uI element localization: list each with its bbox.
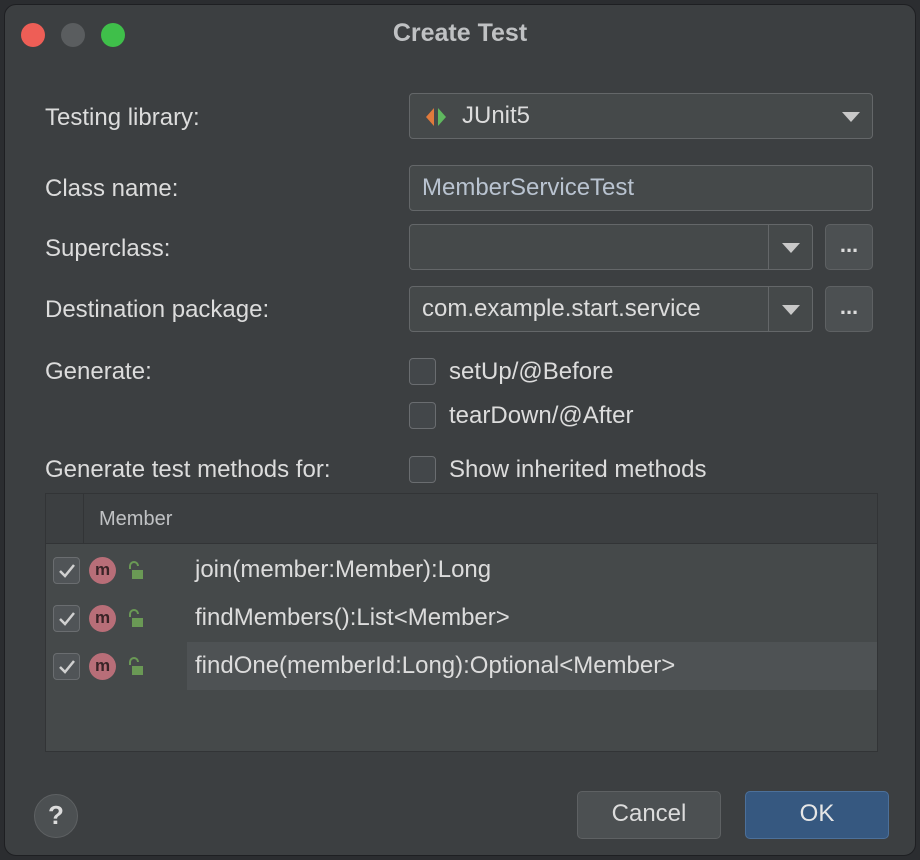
destination-browse-button[interactable]: ... bbox=[825, 286, 873, 332]
show-inherited-checkbox[interactable] bbox=[409, 456, 436, 483]
checkmark-icon bbox=[59, 660, 75, 674]
method-icon: m bbox=[89, 605, 116, 632]
testing-library-value: JUnit5 bbox=[462, 102, 531, 129]
destination-package-label: Destination package: bbox=[45, 296, 270, 323]
chevron-down-icon bbox=[782, 243, 800, 253]
generate-label: Generate: bbox=[45, 358, 152, 385]
public-lock-icon bbox=[129, 657, 143, 675]
method-signature: findOne(memberId:Long):Optional<Member> bbox=[195, 652, 676, 679]
public-lock-icon bbox=[129, 561, 143, 579]
title-bar: Create Test bbox=[5, 5, 915, 61]
checkmark-icon bbox=[59, 564, 75, 578]
superclass-dropdown-button[interactable] bbox=[768, 225, 812, 269]
method-signature: join(member:Member):Long bbox=[195, 556, 492, 583]
superclass-label: Superclass: bbox=[45, 235, 171, 262]
testing-library-label: Testing library: bbox=[45, 104, 200, 131]
chevron-down-icon bbox=[842, 112, 860, 122]
show-inherited-label: Show inherited methods bbox=[449, 456, 707, 483]
class-name-label: Class name: bbox=[45, 175, 179, 202]
checkmark-icon bbox=[59, 612, 75, 626]
superclass-browse-button[interactable]: ... bbox=[825, 224, 873, 270]
create-test-dialog: Create Test Testing library: JUnit5 Clas… bbox=[4, 4, 916, 856]
setup-option-label: setUp/@Before bbox=[449, 358, 614, 385]
table-header: Member bbox=[46, 494, 877, 544]
table-row[interactable]: m join(member:Member):Long bbox=[46, 546, 877, 594]
junit-icon bbox=[426, 108, 446, 126]
table-row[interactable]: m findOne(memberId:Long):Optional<Member… bbox=[46, 642, 877, 690]
destination-package-combo[interactable]: com.example.start.service bbox=[409, 286, 813, 332]
ok-button[interactable]: OK bbox=[745, 791, 889, 839]
help-button[interactable]: ? bbox=[34, 794, 78, 838]
method-icon: m bbox=[89, 653, 116, 680]
setup-checkbox[interactable] bbox=[409, 358, 436, 385]
table-row[interactable]: m findMembers():List<Member> bbox=[46, 594, 877, 642]
class-name-input[interactable]: MemberServiceTest bbox=[409, 165, 873, 211]
testing-library-combo[interactable]: JUnit5 bbox=[409, 93, 873, 139]
member-column-header[interactable]: Member bbox=[99, 508, 172, 531]
destination-dropdown-button[interactable] bbox=[768, 287, 812, 331]
class-name-value: MemberServiceTest bbox=[422, 174, 635, 201]
member-checkbox[interactable] bbox=[53, 557, 80, 584]
teardown-checkbox[interactable] bbox=[409, 402, 436, 429]
chevron-down-icon bbox=[782, 305, 800, 315]
superclass-combo[interactable] bbox=[409, 224, 813, 270]
teardown-option-label: tearDown/@After bbox=[449, 402, 634, 429]
member-checkbox[interactable] bbox=[53, 653, 80, 680]
destination-package-value: com.example.start.service bbox=[422, 295, 701, 322]
methods-for-label: Generate test methods for: bbox=[45, 456, 331, 483]
method-signature: findMembers():List<Member> bbox=[195, 604, 510, 631]
member-checkbox[interactable] bbox=[53, 605, 80, 632]
dialog-title: Create Test bbox=[392, 19, 528, 47]
public-lock-icon bbox=[129, 609, 143, 627]
members-table: Member m join(member:Member):Long m find… bbox=[45, 493, 878, 752]
cancel-button[interactable]: Cancel bbox=[577, 791, 721, 839]
checkbox-column-header bbox=[46, 494, 84, 543]
method-icon: m bbox=[89, 557, 116, 584]
